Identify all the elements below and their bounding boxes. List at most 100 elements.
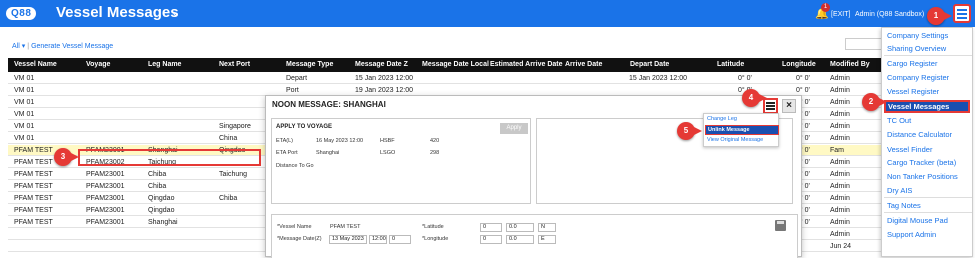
menu-item-tag-notes[interactable]: Tag Notes — [887, 201, 921, 210]
leg-name-cell: Qingdao — [148, 207, 175, 214]
column-header[interactable]: Message Date Local — [422, 61, 489, 68]
vessel-name-cell: PFAM TEST — [14, 195, 53, 202]
dialog-title: NOON MESSAGE: SHANGHAI — [272, 100, 386, 109]
vessel-name-cell: VM 01 — [14, 123, 35, 130]
step-marker: 4 — [742, 89, 767, 107]
column-header[interactable]: Estimated Arrive Date — [490, 61, 563, 68]
latitude-direction-select[interactable]: N — [538, 223, 556, 232]
app-title[interactable]: Vessel Messages — [56, 4, 179, 21]
longitude-label: *Longitude — [422, 236, 449, 242]
column-header[interactable]: Message Type — [286, 61, 333, 68]
depart-date-cell: 15 Jan 2023 12:00 — [629, 75, 687, 82]
menu-item-tc-out[interactable]: TC Out — [887, 116, 911, 125]
unlink-message-menu-item[interactable]: Unlink Message — [705, 125, 779, 135]
hamburger-icon-line — [957, 12, 967, 15]
column-header[interactable]: Depart Date — [630, 61, 669, 68]
voyage-cell: PFAM23001 — [86, 219, 125, 226]
eta-port-key: LSGO — [380, 150, 396, 156]
next-port-cell: China — [219, 135, 238, 142]
change-leg-menu-item[interactable]: Change Leg — [707, 116, 737, 122]
menu-item-cargo-register[interactable]: Cargo Register — [887, 59, 937, 68]
message-time-field[interactable]: 12:00 — [369, 235, 387, 244]
exit-link[interactable]: [EXIT] — [831, 11, 850, 18]
hamburger-icon-line — [766, 102, 775, 104]
menu-item-cargo-tracker[interactable]: Cargo Tracker (beta) — [887, 158, 956, 167]
apply-button[interactable]: Apply — [500, 123, 528, 134]
hamburger-icon-line — [957, 8, 967, 11]
table-row[interactable]: VM 01 Depart 15 Jan 2023 12:00 15 Jan 2023 … — [8, 73, 884, 84]
message-date-label: *Message Date(Z) — [277, 236, 322, 242]
longitude-cell: 0° 0' — [796, 87, 810, 94]
vessel-name-cell: VM 01 — [14, 135, 35, 142]
longitude-direction-select[interactable]: E — [538, 235, 556, 244]
message-date-field[interactable]: 13 May 2023 — [329, 235, 367, 244]
column-header[interactable]: Arrive Date — [565, 61, 602, 68]
menu-item-distance-calculator[interactable]: Distance Calculator — [887, 130, 952, 139]
close-icon[interactable]: × — [782, 99, 796, 113]
hamburger-icon-line — [766, 108, 775, 110]
user-label[interactable]: Admin (Q88 Sandbox) — [855, 11, 924, 18]
eta-port-value: Shanghai — [316, 150, 340, 156]
column-header[interactable]: Leg Name — [148, 61, 181, 68]
next-port-cell: Chiba — [219, 195, 238, 202]
menu-item-sharing-overview[interactable]: Sharing Overview — [887, 44, 946, 53]
longitude-minutes-input[interactable]: 0.0 — [506, 235, 534, 244]
vessel-name-cell: PFAM TEST — [14, 171, 53, 178]
generate-vessel-message-link[interactable]: Generate Vessel Message — [31, 43, 113, 50]
menu-item-vessel-register[interactable]: Vessel Register — [887, 87, 939, 96]
panel-title: APPLY TO VOYAGE — [276, 124, 333, 130]
search-input[interactable] — [845, 38, 885, 50]
voyage-cell: PFAM23001 — [86, 171, 125, 178]
chevron-down-icon[interactable]: ▾ — [20, 43, 26, 50]
vessel-name-cell: VM 01 — [14, 75, 35, 82]
voyage-cell: PFAM23001 — [86, 183, 125, 190]
message-date-cell: 15 Jan 2023 12:00 — [355, 75, 413, 82]
menu-item-vessel-finder[interactable]: Vessel Finder — [887, 145, 932, 154]
filter-dropdown[interactable]: All — [12, 43, 20, 50]
menu-item-vessel-messages[interactable]: Vessel Messages — [884, 100, 970, 113]
latitude-minutes-input[interactable]: 0.0 — [506, 223, 534, 232]
hamburger-menu-button[interactable] — [953, 4, 971, 23]
column-header[interactable]: Latitude — [717, 61, 744, 68]
menu-item-non-tanker-positions[interactable]: Non Tanker Positions — [887, 172, 958, 181]
column-header[interactable]: Message Date Z — [355, 61, 408, 68]
chevron-down-icon[interactable]: ⌄ — [171, 6, 180, 19]
vessel-name-label: *Vessel Name — [277, 224, 312, 230]
modified-by-cell: Admin — [830, 99, 850, 106]
timezone-select[interactable]: 0 — [389, 235, 411, 244]
eta-num: 420 — [430, 138, 440, 144]
vessel-name-cell: PFAM TEST — [14, 147, 53, 154]
column-header[interactable]: Longitude — [782, 61, 816, 68]
longitude-degrees-input[interactable]: 0 — [480, 235, 502, 244]
modified-by-cell: Admin — [830, 159, 850, 166]
column-header[interactable]: Vessel Name — [14, 61, 57, 68]
hamburger-icon-line — [957, 16, 967, 19]
next-port-cell: Taichung — [219, 171, 248, 178]
latitude-cell: 0° 0' — [738, 75, 752, 82]
modified-by-cell: Admin — [830, 195, 850, 202]
latitude-degrees-input[interactable]: 0 — [480, 223, 502, 232]
column-header[interactable]: Next Port — [219, 61, 250, 68]
top-navbar: Q88 Vessel Messages ⌄ 🔔 1 [EXIT] Admin (… — [0, 0, 975, 27]
menu-item-company-settings[interactable]: Company Settings — [887, 31, 948, 40]
notification-badge: 1 — [821, 3, 830, 12]
eta-value: 16 May 2023 12:00 — [316, 138, 364, 144]
column-header[interactable]: Voyage — [86, 61, 110, 68]
modified-by-cell: Fam — [830, 147, 844, 154]
menu-item-dry-ais[interactable]: Dry AIS — [887, 186, 912, 195]
menu-item-digital-mouse-pad[interactable]: Digital Mouse Pad — [887, 216, 948, 225]
q88-logo[interactable]: Q88 — [6, 5, 37, 21]
save-icon[interactable] — [775, 220, 786, 231]
view-original-message-menu-item[interactable]: View Original Message — [707, 137, 763, 143]
column-header[interactable]: Modified By — [830, 61, 870, 68]
modified-by-cell: Jun 24 — [830, 243, 852, 250]
menu-item-support-admin[interactable]: Support Admin — [887, 230, 936, 239]
longitude-cell: 0° 0' — [796, 75, 810, 82]
eta-port-label: ETA Port — [276, 150, 298, 156]
apply-to-voyage-panel: APPLY TO VOYAGE Apply ETA(L) 16 May 2023… — [271, 118, 531, 204]
grid-toolbar: All ▾ | Generate Vessel Message — [12, 42, 113, 50]
highlight-box — [78, 149, 261, 166]
grid-header: Vessel Name Voyage Leg Name Next Port Me… — [8, 58, 884, 72]
latitude-label: *Latitude — [422, 224, 444, 230]
menu-item-company-register[interactable]: Company Register — [887, 73, 949, 82]
